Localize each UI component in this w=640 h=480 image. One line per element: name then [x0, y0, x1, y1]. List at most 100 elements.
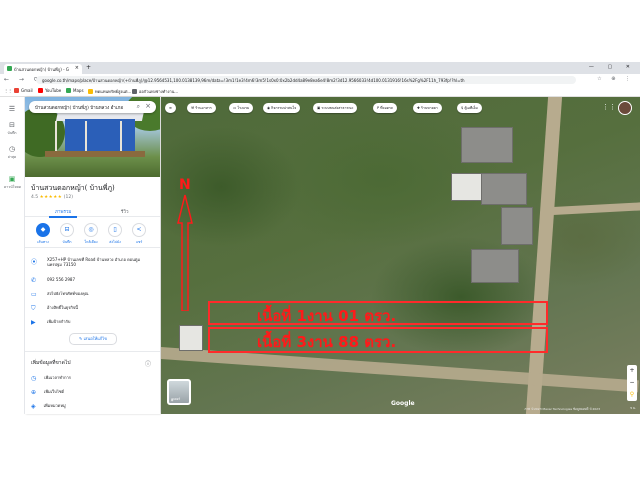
- menu-button[interactable]: ☰: [4, 105, 20, 114]
- street-view-icon[interactable]: ⚲: [627, 389, 637, 401]
- shield-icon: ⛉: [31, 305, 36, 312]
- zoom-controls: + − ⚲: [627, 365, 637, 401]
- map-menu-chip[interactable]: ≡: [165, 103, 176, 113]
- search-icon[interactable]: ⌕: [137, 103, 140, 111]
- place-title: บ้านสวนดอกหญ้า( บ้านพี่ภู): [31, 184, 115, 192]
- claim-row[interactable]: ⛉ อ้างสิทธิ์ในธุรกิจนี้: [25, 305, 160, 313]
- label-row[interactable]: ▶ เพิ่มป้ายกำกับ: [25, 319, 160, 327]
- address-text: X257+HP บ้านเลขที่ Road บ้านหลวง อำเภอ ด…: [47, 257, 141, 267]
- share-button[interactable]: < แชร์: [128, 223, 150, 245]
- chip-atm[interactable]: $ ตู้เอทีเอ็ม: [457, 103, 482, 113]
- photo-house: [65, 119, 135, 155]
- close-tab-icon[interactable]: ×: [75, 65, 79, 71]
- category-icon: ◈: [31, 403, 36, 410]
- chip-attractions[interactable]: ◉ กิจกรรมน่าสนใจ: [263, 103, 301, 113]
- directions-button[interactable]: ◆ เส้นทาง: [32, 223, 54, 245]
- place-tabs: ภาพรวม รีวิว: [25, 205, 160, 218]
- send-to-phone-button[interactable]: ▯ ส่งไปยัง: [104, 223, 126, 245]
- new-tab-button[interactable]: +: [86, 64, 91, 71]
- tab-reviews[interactable]: รีวิว: [121, 208, 128, 215]
- bookmark-4[interactable]: ออกัวแห่งช่างทำงาน...: [132, 88, 178, 95]
- recent-button[interactable]: ◷ ล่าสุด: [4, 145, 20, 160]
- zoom-out-button[interactable]: −: [627, 377, 637, 389]
- map-building: [501, 207, 533, 245]
- tab-overview[interactable]: ภาพรวม: [48, 208, 78, 218]
- help-icon[interactable]: ⓘ: [145, 359, 151, 368]
- suggest-edit-button[interactable]: ✎ เสนอให้แก้ไข: [69, 333, 117, 345]
- bookmark-icon: ⊟: [60, 223, 74, 237]
- save-button[interactable]: ⊟ บันทึก: [56, 223, 78, 245]
- address-row[interactable]: ⦿ X257+HP บ้านเลขที่ Road บ้านหลวง อำเภอ…: [25, 257, 160, 271]
- history-icon: ◷: [8, 145, 16, 153]
- area-label-2: เนื้อที่ 3งาน 88 ตรว.: [257, 333, 397, 351]
- share-icon: <: [132, 223, 146, 237]
- label-icon: ▶: [31, 319, 36, 326]
- bookmark-3[interactable]: ทดแทนทรัพย์สูงแต่...: [88, 88, 131, 95]
- menu-icon: ☰: [8, 105, 16, 113]
- search-input[interactable]: บ้านสวนดอกหญ้า( บ้านพี่ภู) บ้านหลวง อำเภ…: [35, 104, 127, 111]
- browser-tab-bar: บ้านสวนดอกหญ้า( บ้านพี่ภู) - Googl × + —…: [0, 62, 640, 74]
- google-apps-icon[interactable]: ⋮⋮: [602, 103, 616, 111]
- location-pin-icon: ⦿: [31, 259, 38, 266]
- add-category-item[interactable]: ◈ เพิ่มหมวดหมู่: [31, 402, 66, 410]
- avatar[interactable]: [618, 101, 632, 115]
- layers-button[interactable]: ◈ เลเยอร์: [167, 379, 191, 405]
- missing-info-header: เพิ่มข้อมูลที่ขาดไป ⓘ: [31, 359, 151, 368]
- star-rating-icon: ★★★★★: [39, 195, 63, 200]
- search-box[interactable]: บ้านสวนดอกหญ้า( บ้านพี่ภู) บ้านหลวง อำเภ…: [29, 101, 156, 113]
- phone-icon: ✆: [31, 277, 37, 284]
- map-scale[interactable]: 5 ม.: [630, 406, 636, 411]
- bookmark-maps[interactable]: Maps: [66, 88, 84, 93]
- add-hours-item[interactable]: ◷ เพิ่มเวลาทำการ: [31, 374, 71, 382]
- add-website-item[interactable]: ⊕ เพิ่มเว็บไซต์: [31, 388, 64, 396]
- place-panel: บ้านสวนดอกหญ้า( บ้านพี่ภู) บ้านหลวง อำเภ…: [25, 97, 160, 414]
- area-label-1: เนื้อที่ 1งาน 01 ตรว.: [257, 307, 397, 325]
- get-app-button[interactable]: ▣ ดาวน์โหลด: [4, 175, 21, 190]
- chip-hotels[interactable]: ▭ โรงแรม: [229, 103, 254, 113]
- send-phone-row[interactable]: ▭ ส่งไปยังโทรศัพท์ของคุณ: [25, 291, 160, 299]
- chip-transit[interactable]: ▣ ระบบขนส่งสาธารณะ: [313, 103, 358, 113]
- zoom-in-button[interactable]: +: [627, 365, 637, 377]
- send-phone-text: ส่งไปยังโทรศัพท์ของคุณ: [47, 291, 89, 296]
- bookmark-youtube[interactable]: YouTube: [38, 88, 61, 93]
- nearby-icon: ◎: [84, 223, 98, 237]
- action-row: ◆ เส้นทาง ⊟ บันทึก ◎ ใกล้เคียง ▯ ส่งไปยัง < แ…: [25, 221, 160, 248]
- claim-text: อ้างสิทธิ์ในธุรกิจนี้: [47, 305, 78, 310]
- browser-tab[interactable]: บ้านสวนดอกหญ้า( บ้านพี่ภู) - Googl ×: [4, 64, 82, 74]
- map-building: [461, 127, 513, 163]
- bookmark-icon: [88, 89, 93, 94]
- window-controls[interactable]: — ▢ ✕: [589, 64, 636, 70]
- close-icon[interactable]: ×: [145, 102, 151, 110]
- bookmarks-bar: ⋮⋮ Gmail YouTube Maps ทดแทนทรัพย์สูงแต่.…: [0, 86, 640, 97]
- tab-title: บ้านสวนดอกหญ้า( บ้านพี่ภู) - Googl: [14, 67, 69, 72]
- phone-icon: ▯: [108, 223, 122, 237]
- map-building: [471, 249, 519, 283]
- maps-favicon-icon: [7, 66, 12, 71]
- place-rating[interactable]: 4.5 ★★★★★ (12): [31, 195, 73, 200]
- phone-row[interactable]: ✆ 092 556 2987: [25, 277, 160, 285]
- apps-icon[interactable]: ⋮⋮: [4, 88, 12, 93]
- review-count[interactable]: (12): [64, 195, 73, 200]
- nearby-button[interactable]: ◎ ใกล้เคียง: [80, 223, 102, 245]
- globe-icon: ⊕: [31, 389, 37, 396]
- chip-parking[interactable]: P ที่จอดรถ: [373, 103, 397, 113]
- bookmark-icon: ⊟: [9, 121, 15, 129]
- missing-info-title: เพิ่มข้อมูลที่ขาดไป: [31, 360, 71, 366]
- phone-send-icon: ▭: [31, 291, 37, 298]
- map-thumbnail-icon: ▣: [8, 175, 16, 183]
- map-road-vertical: [525, 97, 563, 414]
- url-field[interactable]: google.co.th/maps/place/บ้านสวนดอกหญ้า(+…: [36, 76, 576, 84]
- map-building: [481, 173, 527, 205]
- map-building: [179, 325, 203, 351]
- extension-icons[interactable]: ☆ ⊕ ⋮: [597, 76, 634, 82]
- divider: [25, 351, 160, 352]
- directions-icon: ◆: [36, 223, 50, 237]
- chip-pharmacy[interactable]: ✚ ร้านขายยา: [413, 103, 442, 113]
- label-text: เพิ่มป้ายกำกับ: [47, 319, 71, 324]
- satellite-map[interactable]: ≡ ⚒ ร้านอาหาร ▭ โรงแรม ◉ กิจกรรมน่าสนใจ …: [161, 97, 640, 414]
- bookmark-gmail[interactable]: Gmail: [14, 88, 33, 93]
- map-attribution[interactable]: ภาพ ©2023 Maxar Technologies ข้อมูลแผนที…: [524, 407, 600, 412]
- saved-button[interactable]: ⊟ บันทึก: [4, 121, 20, 136]
- chip-restaurants[interactable]: ⚒ ร้านอาหาร: [187, 103, 216, 113]
- map-road-side: [540, 202, 640, 216]
